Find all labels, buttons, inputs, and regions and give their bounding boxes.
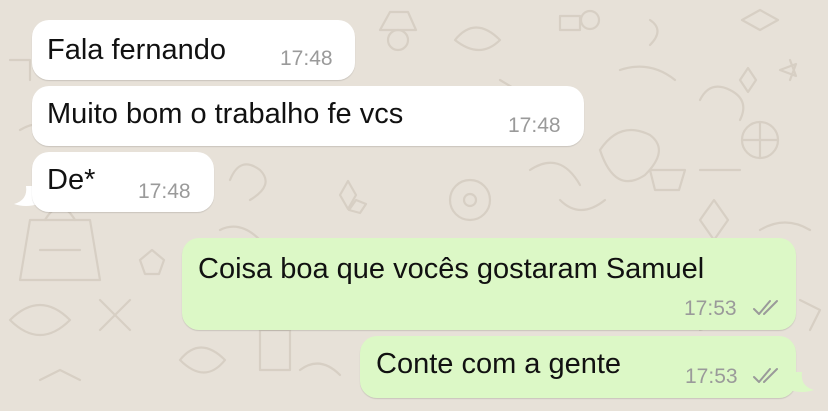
message-text: Coisa boa que vocês gostaram Samuel xyxy=(198,253,705,285)
chat-messages: Fala fernando 17:48 Muito bom o trabalho… xyxy=(0,0,828,411)
message-bubble-outgoing[interactable]: Coisa boa que vocês gostaram Samuel 17:5… xyxy=(182,238,796,330)
message-timestamp: 17:48 xyxy=(138,180,191,203)
message-bubble-incoming[interactable]: Fala fernando 17:48 xyxy=(32,20,355,80)
message-text: Conte com a gente xyxy=(376,348,622,380)
message-bubble-outgoing[interactable]: Conte com a gente 17:53 xyxy=(360,336,796,398)
message-timestamp: 17:48 xyxy=(508,114,561,137)
message-text: De* xyxy=(47,164,96,196)
message-timestamp: 17:53 xyxy=(685,365,738,388)
bubble-tail xyxy=(790,372,814,392)
message-bubble-incoming[interactable]: De* 17:48 xyxy=(32,152,214,212)
double-check-icon xyxy=(753,368,778,383)
message-timestamp: 17:53 xyxy=(684,297,737,320)
message-text: Muito bom o trabalho fe vcs xyxy=(47,98,404,130)
message-text: Fala fernando xyxy=(47,34,226,66)
double-check-icon xyxy=(753,300,778,315)
message-timestamp: 17:48 xyxy=(280,47,333,70)
message-bubble-incoming[interactable]: Muito bom o trabalho fe vcs 17:48 xyxy=(32,86,584,146)
